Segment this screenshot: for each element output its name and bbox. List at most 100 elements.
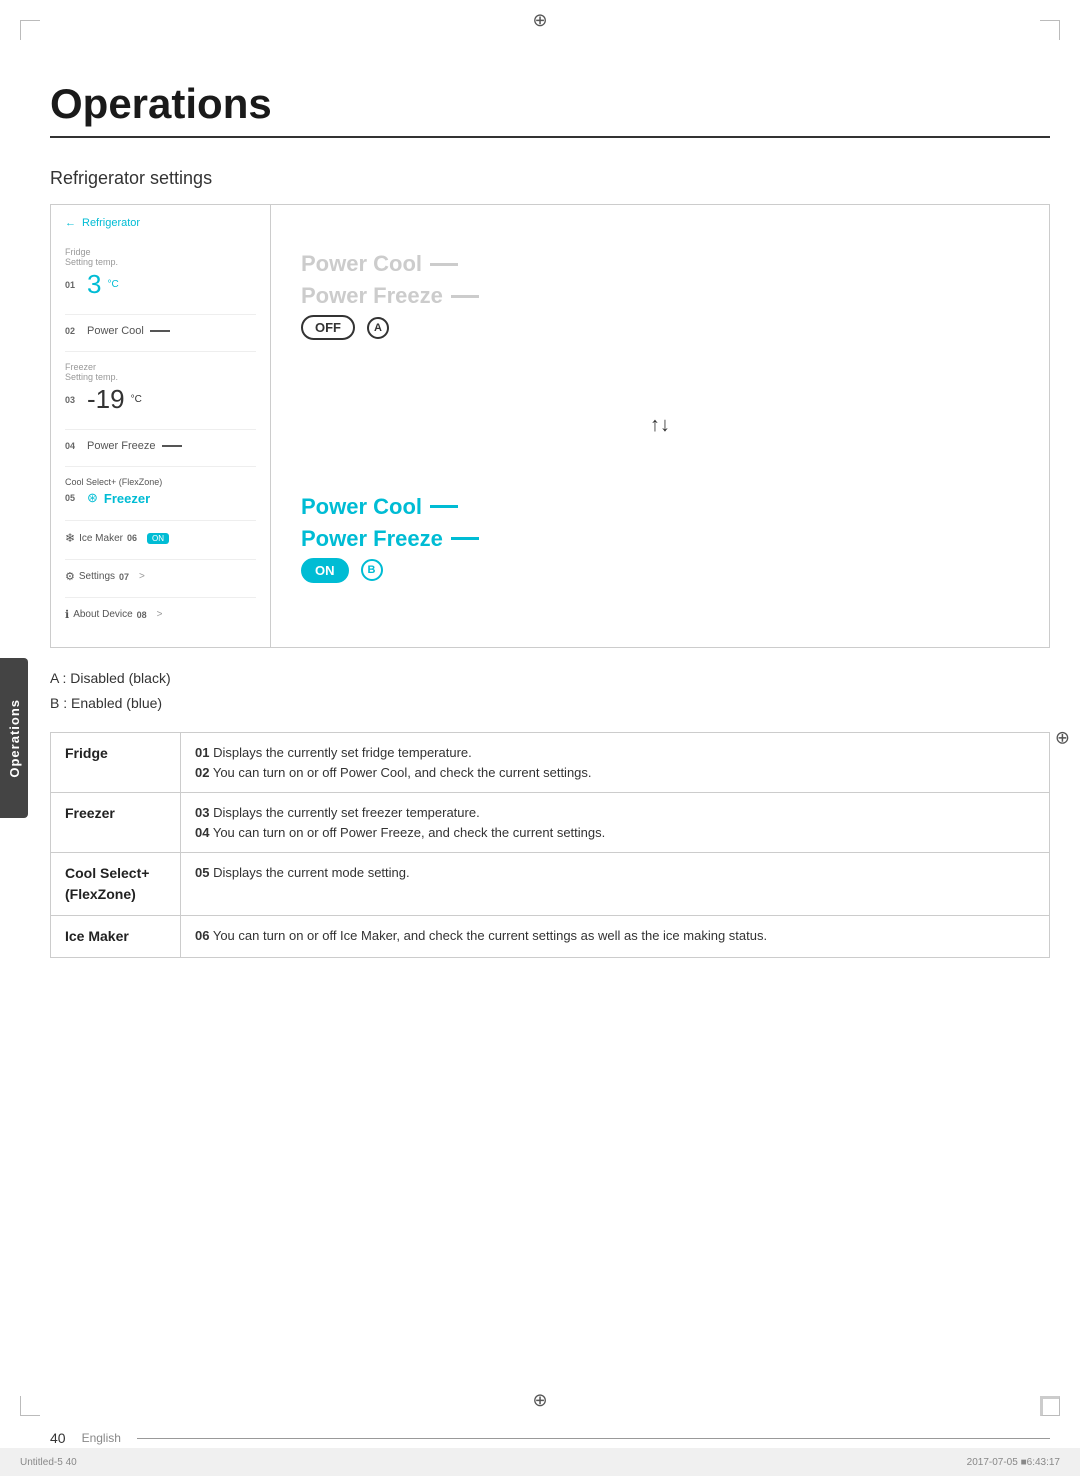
state-a-powercool-text: Power Cool xyxy=(301,251,422,277)
powerfreeze-row: 04 Power Freeze xyxy=(65,440,256,452)
phone-panel: ← Refrigerator FridgeSetting temp. 01 3 … xyxy=(51,205,271,647)
table-label-fridge: Fridge xyxy=(51,733,181,793)
off-button[interactable]: OFF xyxy=(301,315,355,340)
fridge-temp-unit: °C xyxy=(107,279,118,290)
desc-num-02: 02 xyxy=(195,765,209,780)
phone-row-freezer: FreezerSetting temp. 03 -19 °C xyxy=(65,358,256,419)
footer-filename: Untitled-5 40 xyxy=(20,1457,77,1468)
table-desc-freezer: 03 Displays the currently set freezer te… xyxy=(181,793,1050,853)
icemaker-icon: ❄ xyxy=(65,531,75,545)
state-transition-arrow: ↑↓ xyxy=(301,414,1019,437)
phone-row-about: ℹ About Device 08 > xyxy=(65,604,256,625)
on-button[interactable]: ON xyxy=(301,558,349,583)
state-b-block: Power Cool Power Freeze ON B xyxy=(301,494,1019,591)
freezer-label: FreezerSetting temp. xyxy=(65,362,256,382)
coolselect-icon: ⊛ xyxy=(87,490,98,506)
sidebar-tab: Operations xyxy=(0,658,28,818)
freezer-temp-row: 03 -19 °C xyxy=(65,384,256,415)
footer-page-num: 40 xyxy=(50,1430,66,1446)
badge-a: A xyxy=(367,317,389,339)
state-b-powercool: Power Cool xyxy=(301,494,1019,520)
legend: A : Disabled (black) B : Enabled (blue) xyxy=(50,666,1050,716)
icemaker-row: ❄ Ice Maker 06 ON xyxy=(65,531,256,545)
state-a-powerfreeze-dash xyxy=(451,295,479,298)
divider-3 xyxy=(65,429,256,430)
about-label: About Device xyxy=(73,609,132,620)
diagram-container: ← Refrigerator FridgeSetting temp. 01 3 … xyxy=(50,204,1050,648)
state-b-powerfreeze-dash xyxy=(451,537,479,540)
freezer-temp-unit: °C xyxy=(131,394,142,405)
powercool-row: 02 Power Cool xyxy=(65,325,256,337)
table-row-freezer: Freezer 03 Displays the currently set fr… xyxy=(51,793,1050,853)
coolselect-value: Freezer xyxy=(104,491,150,506)
num-05: 05 xyxy=(65,493,81,503)
phone-row-settings: ⚙ Settings 07 > xyxy=(65,566,256,587)
fridge-temp-value: 3 xyxy=(87,269,101,300)
compass-right-icon: ⊕ xyxy=(1055,728,1070,749)
section-label: Refrigerator settings xyxy=(50,168,1050,189)
right-panel: Power Cool Power Freeze OFF A ↑↓ Power C… xyxy=(271,205,1049,647)
settings-gear-icon: ⚙ xyxy=(65,570,75,583)
phone-row-powercool: 02 Power Cool xyxy=(65,321,256,341)
fridge-temp-row: 01 3 °C xyxy=(65,269,256,300)
divider-1 xyxy=(65,314,256,315)
settings-label: Settings xyxy=(79,571,115,582)
divider-5 xyxy=(65,520,256,521)
badge-b: B xyxy=(361,559,383,581)
back-arrow-icon: ← xyxy=(65,217,76,229)
powerfreeze-dash xyxy=(162,445,182,447)
powercool-label: Power Cool xyxy=(87,325,170,337)
table-label-icemaker: Ice Maker xyxy=(51,916,181,958)
corner-mark-tr xyxy=(1040,20,1060,40)
table-desc-icemaker: 06 You can turn on or off Ice Maker, and… xyxy=(181,916,1050,958)
settings-chevron-icon: > xyxy=(139,571,145,582)
table-label-freezer: Freezer xyxy=(51,793,181,853)
table-row-fridge: Fridge 01 Displays the currently set fri… xyxy=(51,733,1050,793)
phone-row-powerfreeze: 04 Power Freeze xyxy=(65,436,256,456)
divider-2 xyxy=(65,351,256,352)
state-a-block: Power Cool Power Freeze OFF A xyxy=(301,251,1019,348)
phone-row-icemaker: ❄ Ice Maker 06 ON xyxy=(65,527,256,549)
footer-lang: English xyxy=(82,1431,121,1445)
legend-a: A : Disabled (black) xyxy=(50,666,1050,691)
desc-num-04: 04 xyxy=(195,825,209,840)
state-a-powerfreeze: Power Freeze xyxy=(301,283,1019,309)
state-a-btn-row: OFF A xyxy=(301,315,1019,340)
info-table: Fridge 01 Displays the currently set fri… xyxy=(50,732,1050,958)
main-content: Operations Refrigerator settings ← Refri… xyxy=(50,0,1050,958)
bottom-bar: Untitled-5 40 2017-07-05 ■6:43:17 xyxy=(0,1448,1080,1476)
title-divider xyxy=(50,136,1050,138)
divider-4 xyxy=(65,466,256,467)
phone-row-coolselect: Cool Select+ (FlexZone) 05 ⊛ Freezer xyxy=(65,473,256,510)
table-desc-coolselect: 05 Displays the current mode setting. xyxy=(181,853,1050,916)
page-footer: 40 English xyxy=(50,1430,1050,1446)
desc-num-06: 06 xyxy=(195,928,209,943)
corner-mark-tl xyxy=(20,20,40,40)
state-b-powercool-dash xyxy=(430,505,458,508)
about-row: ℹ About Device 08 > xyxy=(65,608,256,621)
state-b-powerfreeze-text: Power Freeze xyxy=(301,526,443,552)
sidebar-tab-label: Operations xyxy=(7,699,22,778)
state-b-btn-row: ON B xyxy=(301,558,1019,583)
desc-num-03: 03 xyxy=(195,805,209,820)
about-chevron-icon: > xyxy=(157,609,163,620)
corner-mark-bl xyxy=(20,1396,40,1416)
powerfreeze-label: Power Freeze xyxy=(87,440,182,452)
freezer-temp-value: -19 xyxy=(87,384,125,415)
coolselect-sublabel: Cool Select+ (FlexZone) xyxy=(65,477,256,487)
footer-line xyxy=(137,1438,1050,1439)
num-02: 02 xyxy=(65,326,81,336)
info-icon: ℹ xyxy=(65,608,69,621)
coolselect-row: 05 ⊛ Freezer xyxy=(65,490,256,506)
num-04: 04 xyxy=(65,441,81,451)
state-a-powercool: Power Cool xyxy=(301,251,1019,277)
state-a-powerfreeze-text: Power Freeze xyxy=(301,283,443,309)
desc-num-05: 05 xyxy=(195,865,209,880)
phone-row-fridge: FridgeSetting temp. 01 3 °C xyxy=(65,243,256,304)
num-07: 07 xyxy=(119,572,135,582)
state-b-powercool-text: Power Cool xyxy=(301,494,422,520)
table-row-coolselect: Cool Select+(FlexZone) 05 Displays the c… xyxy=(51,853,1050,916)
icemaker-on-badge: ON xyxy=(147,533,169,544)
table-desc-fridge: 01 Displays the currently set fridge tem… xyxy=(181,733,1050,793)
num-03: 03 xyxy=(65,395,81,405)
